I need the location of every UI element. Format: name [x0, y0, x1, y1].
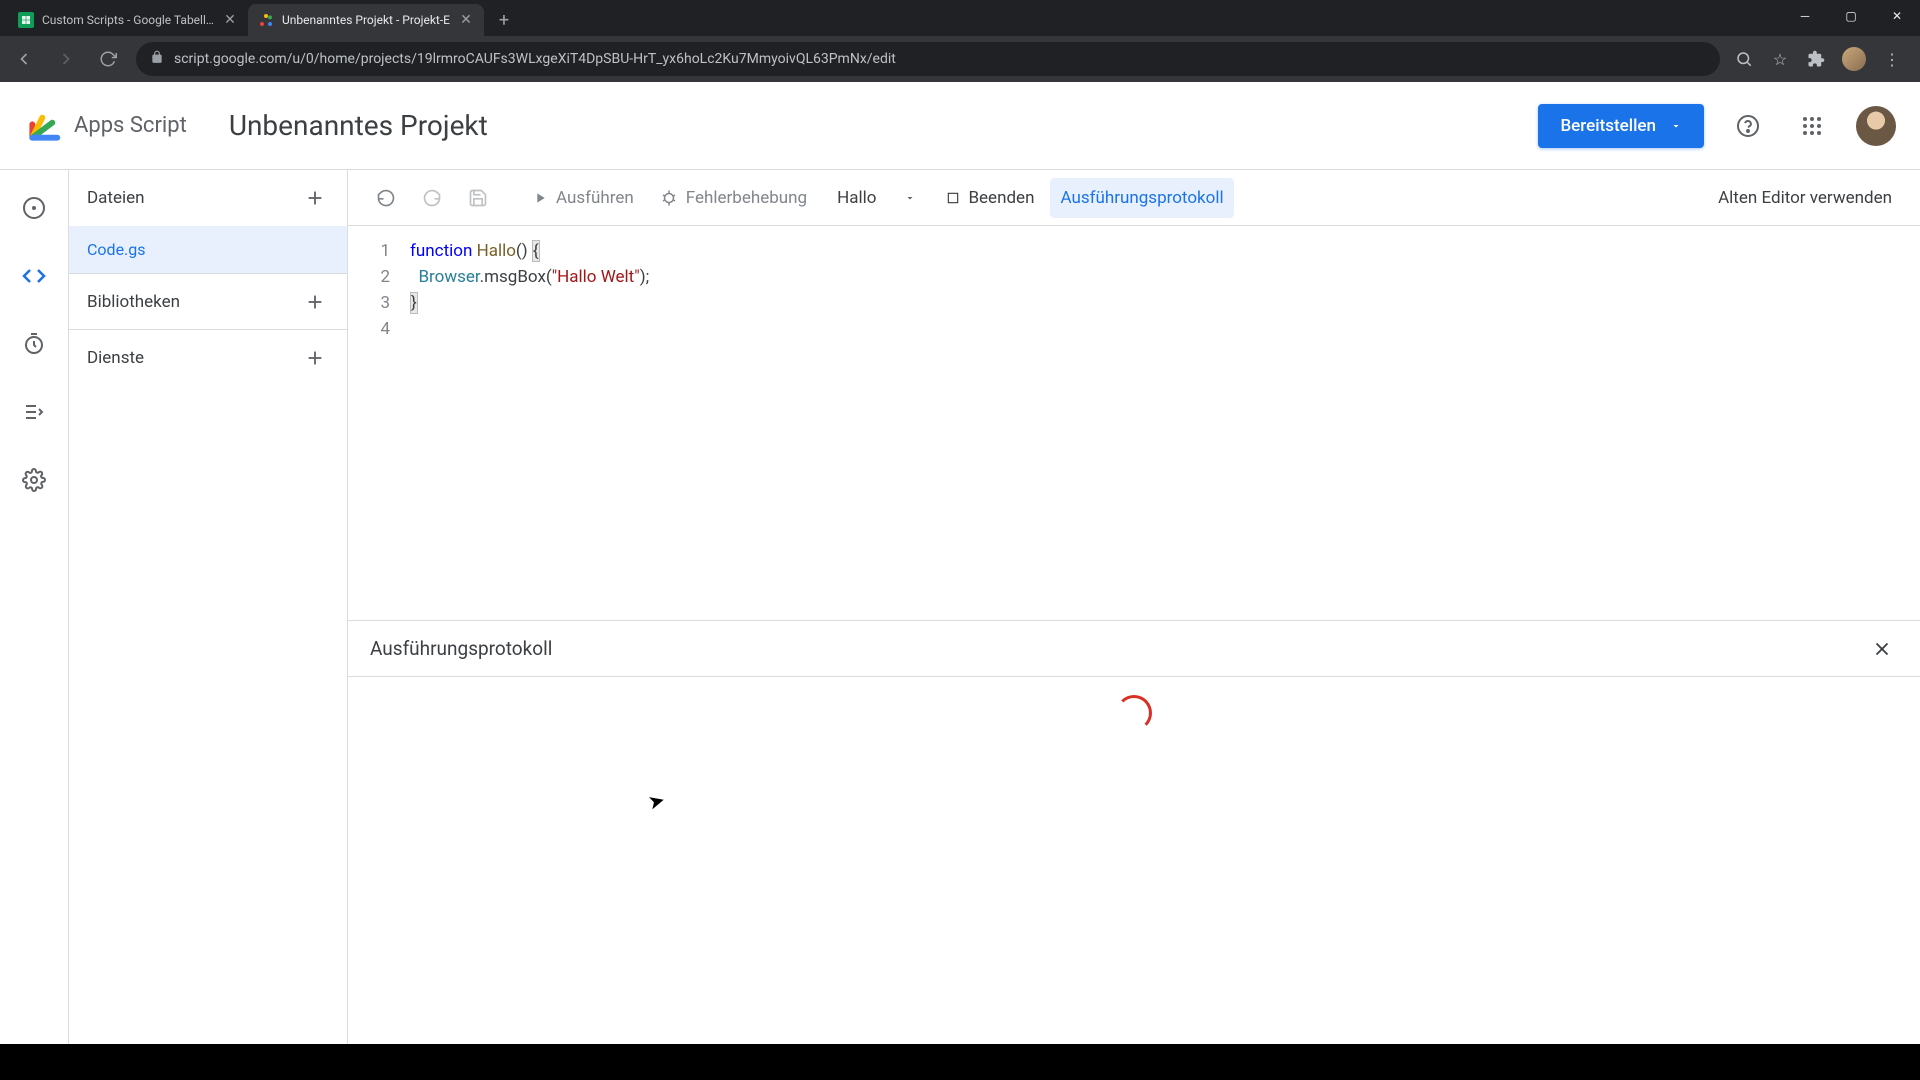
add-library-button[interactable]: [301, 288, 329, 316]
user-avatar[interactable]: [1856, 106, 1896, 146]
stop-button[interactable]: Beenden: [936, 178, 1044, 218]
editor-toolbar: Ausführen Fehlerbehebung Hallo Beenden A…: [348, 170, 1920, 226]
undo-button[interactable]: [366, 178, 406, 218]
chevron-down-icon: [904, 192, 916, 204]
reload-button[interactable]: [94, 45, 122, 73]
add-file-button[interactable]: [301, 184, 329, 212]
deploy-button[interactable]: Bereitstellen: [1538, 104, 1704, 148]
bookmark-icon[interactable]: ☆: [1770, 49, 1790, 69]
extensions-icon[interactable]: [1806, 49, 1826, 69]
project-title[interactable]: Unbenanntes Projekt: [229, 109, 488, 142]
log-title: Ausführungsprotokoll: [370, 637, 552, 660]
libraries-section-header: Bibliotheken: [69, 274, 347, 330]
chrome-menu-icon[interactable]: ⋮: [1882, 49, 1902, 69]
chevron-down-icon: [1670, 120, 1682, 132]
log-header: Ausführungsprotokoll: [348, 621, 1920, 677]
main-area: Ausführen Fehlerbehebung Hallo Beenden A…: [348, 170, 1920, 1080]
project-sidebar: Dateien Code.gs Bibliotheken Dienste: [68, 170, 348, 1080]
libraries-label: Bibliotheken: [87, 292, 180, 312]
left-rail: [0, 170, 68, 1080]
files-label: Dateien: [87, 188, 145, 208]
use-old-editor-link[interactable]: Alten Editor verwenden: [1708, 188, 1902, 208]
log-label: Ausführungsprotokoll: [1060, 188, 1223, 208]
deploy-label: Bereitstellen: [1560, 116, 1656, 136]
add-service-button[interactable]: [301, 344, 329, 372]
rail-editor-button[interactable]: [14, 256, 54, 296]
line-gutter: 1 2 3 4: [348, 226, 402, 620]
tab-close-icon[interactable]: ✕: [222, 12, 238, 28]
windows-taskbar[interactable]: [0, 1044, 1920, 1080]
product-name: Apps Script: [74, 113, 187, 138]
services-section-header: Dienste: [69, 330, 347, 386]
window-close-button[interactable]: ✕: [1874, 0, 1920, 32]
loading-spinner-icon: [1116, 695, 1152, 731]
url-text: script.google.com/u/0/home/projects/19lr…: [174, 51, 896, 67]
mouse-cursor-icon: ➤: [645, 787, 667, 815]
url-field[interactable]: script.google.com/u/0/home/projects/19lr…: [136, 42, 1720, 76]
window-controls: ─ ▢ ✕: [1782, 0, 1920, 32]
help-button[interactable]: [1728, 106, 1768, 146]
profile-avatar-small[interactable]: [1842, 47, 1866, 71]
save-button[interactable]: [458, 178, 498, 218]
back-button[interactable]: [10, 45, 38, 73]
new-tab-button[interactable]: +: [490, 6, 518, 34]
tab-title: Unbenanntes Projekt - Projekt-E: [282, 13, 450, 27]
stop-icon: [946, 191, 960, 205]
tab-strip: Custom Scripts - Google Tabellen ✕ Unben…: [0, 0, 1920, 36]
tab-close-icon[interactable]: ✕: [458, 12, 474, 28]
window-maximize-button[interactable]: ▢: [1828, 0, 1874, 32]
rail-executions-button[interactable]: [14, 392, 54, 432]
code-content[interactable]: function Hallo() { Browser.msgBox("Hallo…: [402, 226, 1920, 620]
run-label: Ausführen: [556, 188, 634, 208]
function-selected: Hallo: [837, 188, 876, 208]
execution-log-panel: Ausführungsprotokoll ➤: [348, 620, 1920, 1080]
browser-tab[interactable]: Custom Scripts - Google Tabellen ✕: [8, 4, 248, 36]
stop-label: Beenden: [968, 188, 1034, 208]
files-section-header: Dateien: [69, 170, 347, 226]
bug-icon: [660, 189, 678, 207]
function-select[interactable]: Hallo: [823, 188, 930, 208]
debug-label: Fehlerbehebung: [686, 188, 807, 208]
address-bar: script.google.com/u/0/home/projects/19lr…: [0, 36, 1920, 82]
apps-script-logo-icon: [24, 106, 64, 146]
run-button[interactable]: Ausführen: [522, 178, 644, 218]
code-editor[interactable]: 1 2 3 4 function Hallo() { Browser.msgBo…: [348, 226, 1920, 620]
execution-log-button[interactable]: Ausführungsprotokoll: [1050, 178, 1233, 218]
zoom-icon[interactable]: [1734, 49, 1754, 69]
redo-button[interactable]: [412, 178, 452, 218]
services-label: Dienste: [87, 348, 144, 368]
debug-button[interactable]: Fehlerbehebung: [650, 178, 817, 218]
app-header: Apps Script Unbenanntes Projekt Bereitst…: [0, 82, 1920, 170]
sheets-favicon-icon: [18, 12, 34, 28]
rail-triggers-button[interactable]: [14, 324, 54, 364]
rail-settings-button[interactable]: [14, 460, 54, 500]
forward-button[interactable]: [52, 45, 80, 73]
tab-title: Custom Scripts - Google Tabellen: [42, 13, 214, 27]
apps-grid-button[interactable]: [1792, 106, 1832, 146]
file-item[interactable]: Code.gs: [69, 226, 347, 274]
window-minimize-button[interactable]: ─: [1782, 0, 1828, 32]
log-body: ➤: [348, 677, 1920, 1080]
apps-script-favicon-icon: [258, 12, 274, 28]
browser-tab[interactable]: Unbenanntes Projekt - Projekt-E ✕: [248, 4, 484, 36]
log-close-button[interactable]: [1866, 633, 1898, 665]
product-logo[interactable]: Apps Script: [24, 106, 187, 146]
lock-icon: [150, 50, 164, 68]
rail-overview-button[interactable]: [14, 188, 54, 228]
file-name: Code.gs: [87, 240, 146, 259]
play-icon: [532, 190, 548, 206]
